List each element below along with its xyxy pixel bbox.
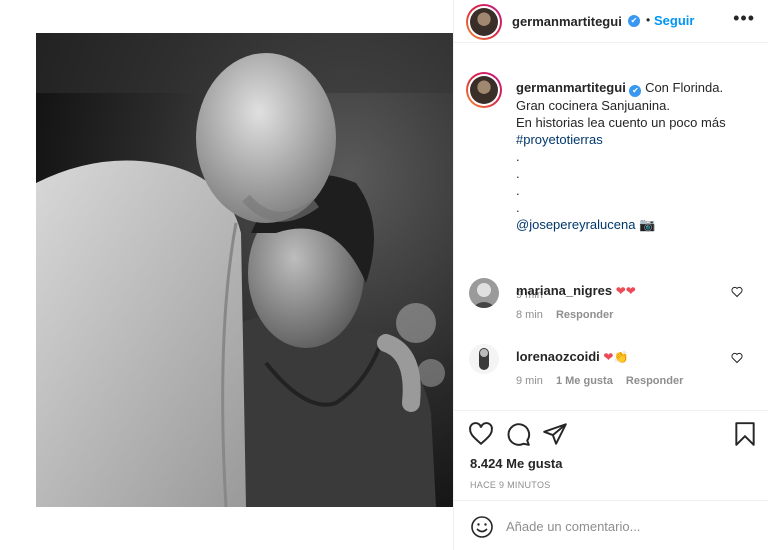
share-icon[interactable] [542, 421, 568, 447]
comment-time: 8 min [516, 309, 543, 321]
action-bar: 8.424 Me gusta HACE 9 MINUTOS [454, 410, 768, 506]
post-photo[interactable] [36, 33, 453, 507]
reply-button[interactable]: Responder [556, 309, 613, 321]
caption-text: germanmartitegui ✔ Con Florinda. Gran co… [516, 79, 756, 233]
comment-username[interactable]: lorenaozcoidi [516, 349, 600, 364]
more-options-icon[interactable]: ••• [733, 8, 755, 29]
comment-item: lorenaozcoidi ❤👏 9 min 1 Me gusta Respon… [454, 344, 768, 400]
comment-item: mariana_nigres ❤❤ 8 min Responder [454, 278, 768, 334]
reply-button[interactable]: Responder [626, 375, 683, 387]
comment-username[interactable]: mariana_nigres [516, 283, 612, 298]
comment-time: 9 min [516, 375, 543, 387]
comment-likes[interactable]: 1 Me gusta [556, 375, 613, 387]
caption-line: Con Florinda. [645, 80, 724, 95]
caption-dot: . [516, 200, 520, 215]
post-header: germanmartitegui ✔ • Seguir ••• [454, 0, 768, 43]
comment-text: ❤❤ [615, 284, 636, 298]
caption-line: En historias lea cuento un poco más [516, 115, 726, 130]
caption-username[interactable]: germanmartitegui [516, 80, 626, 95]
comment-like-icon[interactable] [731, 352, 743, 367]
caption-dot: . [516, 166, 520, 181]
camera-emoji: 📷 [639, 217, 656, 232]
heart-icon[interactable] [468, 421, 494, 447]
avatar[interactable] [466, 4, 502, 40]
follow-button[interactable]: Seguir [654, 13, 694, 28]
caption-avatar[interactable] [466, 72, 502, 108]
post-timestamp: HACE 9 MINUTOS [470, 480, 551, 490]
comment-avatar[interactable] [469, 344, 499, 374]
comment-text: ❤👏 [603, 350, 629, 364]
separator: • [646, 13, 651, 27]
header-username[interactable]: germanmartitegui [512, 14, 622, 29]
hashtag-link[interactable]: #proyetotierras [516, 131, 756, 148]
likes-count[interactable]: 8.424 Me gusta [470, 456, 563, 471]
verified-icon: ✔ [628, 15, 640, 27]
verified-icon: ✔ [629, 85, 642, 97]
add-comment-bar [454, 500, 768, 550]
comments-list[interactable]: germanmartitegui ✔ Con Florinda. Gran co… [454, 44, 768, 410]
photo-pane [0, 0, 453, 550]
caption-dot: . [516, 183, 520, 198]
comment-like-icon[interactable] [731, 286, 743, 301]
comment-avatar[interactable] [469, 278, 499, 308]
emoji-icon[interactable] [470, 515, 494, 539]
comment-input[interactable] [506, 516, 746, 536]
caption-line: Gran cocinera Sanjuanina. [516, 98, 670, 113]
bookmark-icon[interactable] [732, 421, 758, 447]
mention-link[interactable]: @josepereyralucena [516, 217, 635, 232]
comment-icon[interactable] [505, 421, 531, 447]
caption-dot: . [516, 149, 520, 164]
post-sidebar: germanmartitegui ✔ • Seguir ••• germanma… [453, 0, 768, 550]
